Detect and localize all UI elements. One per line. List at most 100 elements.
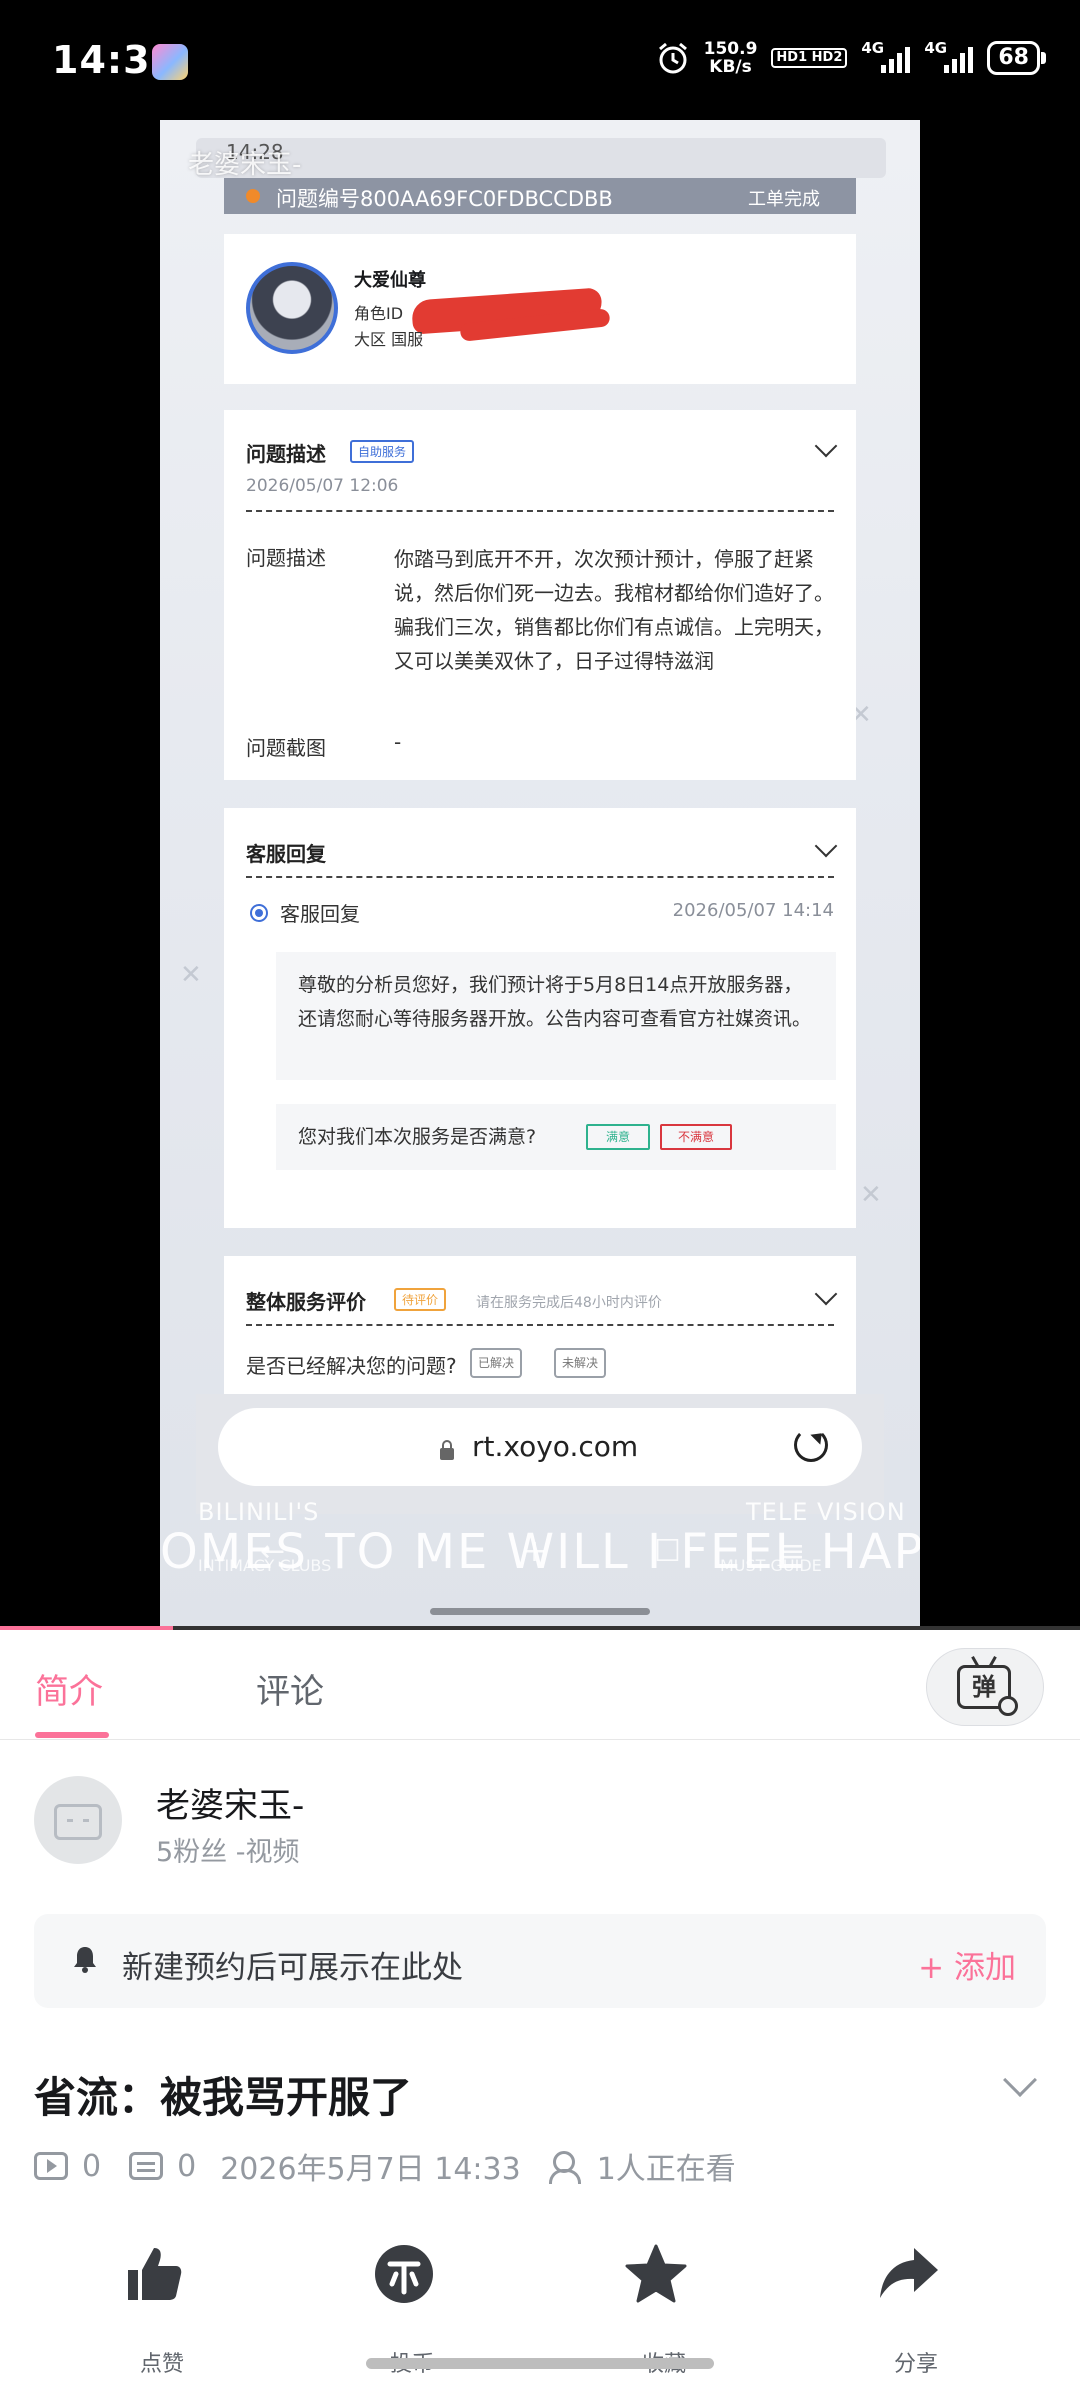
video-meta: 0 0 2026年5月7日 14:33 1人正在看 xyxy=(34,2146,736,2187)
tab-bar: 简介 评论 弹 xyxy=(0,1630,1080,1740)
sim2-label: 4G xyxy=(924,39,948,57)
danmaku-off-icon: 弹 xyxy=(957,1665,1018,1716)
watching-count: 1人正在看 xyxy=(596,2152,736,2187)
status-icons: 150.9 KB/s HD1 HD2 4G 4G 68 xyxy=(656,39,1046,76)
active-tab-indicator xyxy=(35,1732,109,1738)
net-speed-value: 150.9 xyxy=(703,39,758,59)
resolved-button[interactable]: 已解决 xyxy=(470,1348,523,1378)
reply-label: 客服回复 xyxy=(280,902,360,926)
favorite-button[interactable]: 收藏 xyxy=(624,2242,704,2377)
share-button[interactable]: 分享 xyxy=(876,2242,956,2377)
decor-cross-icon: ✕ xyxy=(180,960,202,990)
publish-date: 2026年5月7日 14:33 xyxy=(220,2152,521,2187)
overall-rating-card: 整体服务评价 待评价 请在服务完成后48小时内评价 是否已经解决您的问题? 已解… xyxy=(224,1256,856,1406)
like-label: 点赞 xyxy=(139,2352,184,2377)
reservation-text: 新建预约后可展示在此处 xyxy=(122,1950,463,1986)
danmaku-toggle-button[interactable]: 弹 xyxy=(926,1648,1044,1726)
chevron-down-icon[interactable] xyxy=(814,1282,838,1306)
battery-icon: 68 xyxy=(987,41,1046,75)
character-avatar xyxy=(246,262,338,354)
video-info-panel: 简介 评论 弹 老婆宋玉- 5粉丝 -视频 新建预约后可展示在此处 + 添加 省… xyxy=(0,1630,1080,2387)
character-id-label: 角色ID xyxy=(354,304,404,323)
chevron-down-icon[interactable] xyxy=(814,834,838,858)
self-service-tag: 自助服务 xyxy=(350,440,415,463)
rating-hint: 请在服务完成后48小时内评价 xyxy=(476,1295,662,1311)
satisfaction-question: 您对我们本次服务是否满意? xyxy=(298,1126,537,1148)
sim1-label: 4G xyxy=(861,39,885,57)
divider xyxy=(246,510,834,512)
share-icon xyxy=(880,2248,938,2298)
decor-cross-icon: ✕ xyxy=(860,1180,882,1210)
coin-icon xyxy=(375,2245,433,2303)
viewers-icon xyxy=(548,2151,583,2184)
description-label: 问题描述 xyxy=(246,546,326,570)
character-name: 大爱仙尊 xyxy=(354,270,426,291)
reservation-banner: 新建预约后可展示在此处 + 添加 xyxy=(34,1914,1046,2008)
signal-icon: 4G xyxy=(924,39,974,73)
ticket-number: 问题编号800AA69FC0FDBCCDBB xyxy=(276,187,613,211)
divider xyxy=(246,1324,834,1326)
radio-icon xyxy=(250,904,268,922)
favorite-icon xyxy=(625,2244,687,2303)
tab-intro[interactable]: 简介 xyxy=(35,1664,103,1713)
play-count: 0 xyxy=(82,2148,102,2184)
screenshot-label: 问题截图 xyxy=(246,736,326,760)
status-dot-icon xyxy=(246,189,260,203)
lock-icon xyxy=(440,1440,454,1460)
danmaku-glyph: 弹 xyxy=(972,1673,996,1701)
share-label: 分享 xyxy=(893,2352,938,2377)
reply-card: 客服回复 客服回复 2026/05/07 14:14 尊敬的分析员您好，我们预计… xyxy=(224,808,856,1228)
pending-tag: 待评价 xyxy=(394,1288,447,1311)
url-text: rt.xoyo.com xyxy=(472,1430,639,1463)
section-title: 客服回复 xyxy=(246,842,326,866)
reply-time: 2026/05/07 14:14 xyxy=(672,900,834,921)
default-avatar-icon xyxy=(54,1804,102,1840)
action-bar: 点赞 投币 收藏 分享 xyxy=(0,2242,1080,2377)
coin-button[interactable]: 投币 xyxy=(372,2242,452,2377)
screenshot-value: - xyxy=(394,730,402,754)
satisfied-button[interactable]: 满意 xyxy=(586,1124,650,1150)
overlay-text: BILINILI'S xyxy=(198,1498,320,1526)
avatar[interactable] xyxy=(34,1776,122,1864)
home-indicator[interactable] xyxy=(366,2358,714,2369)
profile-card: 大爱仙尊 角色ID 大区 国服 xyxy=(224,234,856,384)
uploader-stats: 5粉丝 -视频 xyxy=(156,1837,300,1868)
description-date: 2026/05/07 12:06 xyxy=(246,476,399,496)
net-speed-unit: KB/s xyxy=(709,57,752,77)
satisfaction-box: 您对我们本次服务是否满意? 满意 不满意 xyxy=(276,1104,836,1170)
alarm-icon xyxy=(658,42,687,74)
play-count-icon xyxy=(34,2152,68,2180)
video-player[interactable]: ✕ ✕ ✕ ✕ 14:28 老婆宋玉- 问题编号800AA69FC0FDBCCD… xyxy=(0,120,1080,1630)
unresolved-button[interactable]: 未解决 xyxy=(554,1348,607,1378)
like-icon xyxy=(128,2248,182,2300)
video-frame[interactable]: ✕ ✕ ✕ ✕ 14:28 老婆宋玉- 问题编号800AA69FC0FDBCCD… xyxy=(160,120,920,1630)
add-reservation-button[interactable]: + 添加 xyxy=(918,1942,1016,1987)
app-notification-icon xyxy=(152,44,188,80)
lyrics-subtitle: OMES TO ME WILL I FEEL HAPP xyxy=(160,1524,920,1580)
signal-icon: 4G xyxy=(861,39,911,73)
danmaku-count-icon xyxy=(129,2152,164,2180)
tab-comments[interactable]: 评论 xyxy=(256,1664,324,1713)
resolved-question: 是否已经解决您的问题? xyxy=(246,1354,457,1378)
server-zone: 大区 国服 xyxy=(354,330,424,349)
hd-icon: HD1 HD2 xyxy=(771,48,848,68)
unsatisfied-button[interactable]: 不满意 xyxy=(660,1124,732,1150)
uploader-watermark: 老婆宋玉- xyxy=(188,150,302,180)
section-title: 问题描述 xyxy=(246,442,326,466)
divider xyxy=(246,876,834,878)
description-text: 你踏马到底开不开，次次预计预计，停服了赶紧说，然后你们死一边去。我棺材都给你们造… xyxy=(394,547,834,673)
chevron-down-icon[interactable] xyxy=(814,434,838,458)
chevron-down-icon[interactable] xyxy=(1003,2063,1037,2097)
overlay-text: TELE VISION xyxy=(746,1498,906,1526)
recorded-home-indicator xyxy=(430,1608,650,1615)
section-title: 整体服务评价 xyxy=(246,1290,366,1314)
uploader-name[interactable]: 老婆宋玉- xyxy=(156,1778,304,1827)
danmaku-count: 0 xyxy=(177,2148,197,2184)
status-bar: 14:34 150.9 KB/s HD1 HD2 4G 4G 68 xyxy=(0,0,1080,120)
like-button[interactable]: 点赞 xyxy=(122,2242,202,2377)
ticket-header: 问题编号800AA69FC0FDBCCDBB 工单完成 xyxy=(224,178,856,214)
ticket-status: 工单完成 xyxy=(748,189,820,210)
video-title: 省流：被我骂开服了 xyxy=(34,2073,413,2122)
reply-text: 尊敬的分析员您好，我们预计将于5月8日14点开放服务器，还请您耐心等待服务器开放… xyxy=(276,952,836,1080)
net-speed: 150.9 KB/s xyxy=(704,40,758,76)
